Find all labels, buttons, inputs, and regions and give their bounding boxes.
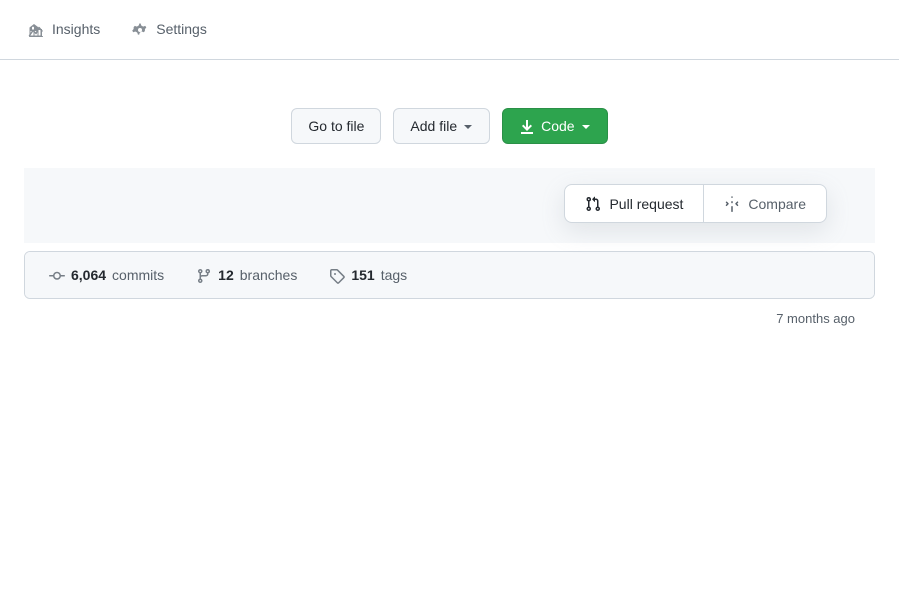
- commits-count: 6,064: [71, 267, 106, 283]
- insights-icon: [28, 21, 44, 38]
- commits-label: commits: [112, 267, 164, 283]
- commits-icon: [49, 266, 65, 283]
- time-ago-row: 7 months ago: [24, 299, 875, 326]
- time-ago-text: 7 months ago: [776, 311, 855, 326]
- stats-wrapper: 6,064 commits 12 branches: [24, 251, 875, 298]
- page-root: Insights Settings Go to file Add file: [0, 0, 899, 599]
- pull-request-item[interactable]: Pull request: [565, 185, 704, 222]
- tags-label: tags: [381, 267, 407, 283]
- dropdown-popup: Pull request Compare: [564, 184, 827, 223]
- settings-label: Settings: [156, 21, 207, 37]
- pull-request-label: Pull request: [609, 196, 683, 212]
- add-file-label: Add file: [410, 118, 457, 134]
- branches-label: branches: [240, 267, 298, 283]
- stats-bar: 6,064 commits 12 branches: [25, 252, 874, 297]
- compare-label: Compare: [748, 196, 806, 212]
- code-button-label: Code: [541, 118, 574, 134]
- pull-request-icon: [585, 195, 601, 212]
- add-file-button[interactable]: Add file: [393, 108, 490, 144]
- top-nav: Insights Settings: [0, 0, 899, 60]
- tags-stat[interactable]: 151 tags: [329, 266, 407, 283]
- go-to-file-button[interactable]: Go to file: [291, 108, 381, 144]
- compare-item[interactable]: Compare: [704, 185, 826, 222]
- tags-count: 151: [351, 267, 374, 283]
- code-download-icon: [519, 117, 535, 134]
- go-to-file-label: Go to file: [308, 118, 364, 134]
- branches-stat[interactable]: 12 branches: [196, 266, 297, 283]
- settings-icon: [132, 21, 148, 38]
- tags-icon: [329, 266, 345, 283]
- insights-nav-item[interactable]: Insights: [24, 13, 104, 46]
- main-content: Go to file Add file Code: [0, 60, 899, 326]
- dropdown-section: Pull request Compare: [24, 168, 875, 243]
- action-buttons-row: Go to file Add file Code: [24, 92, 875, 168]
- branches-icon: [196, 266, 212, 283]
- compare-icon: [724, 195, 740, 212]
- code-button[interactable]: Code: [502, 108, 607, 144]
- insights-label: Insights: [52, 21, 100, 37]
- code-chevron-icon: [581, 118, 591, 134]
- add-file-chevron-icon: [463, 118, 473, 134]
- commits-stat[interactable]: 6,064 commits: [49, 266, 164, 283]
- settings-nav-item[interactable]: Settings: [128, 13, 211, 46]
- branches-count: 12: [218, 267, 234, 283]
